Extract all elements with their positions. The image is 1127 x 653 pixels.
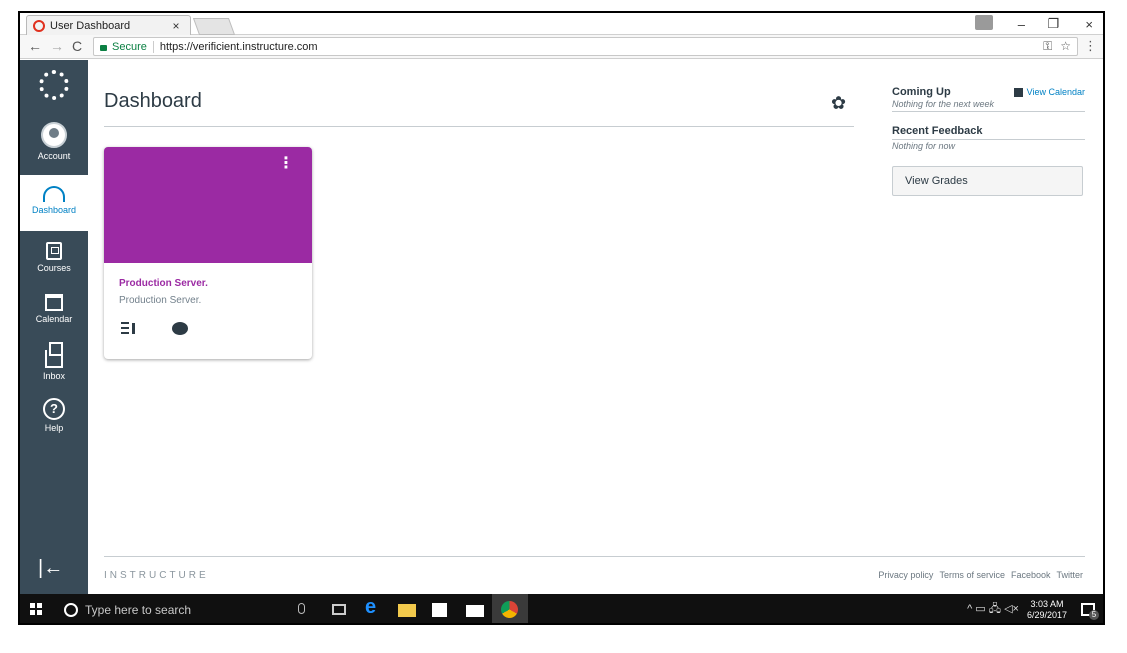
instructure-logo[interactable]: INSTRUCTURE [104,570,209,581]
tab-close-icon[interactable]: × [168,19,184,33]
courses-icon [46,242,62,260]
twitter-link[interactable]: Twitter [1056,570,1083,580]
terms-of-service-link[interactable]: Terms of service [939,570,1005,580]
course-card-subtitle: Production Server. [119,295,202,306]
view-calendar-label: View Calendar [1026,87,1085,97]
global-navigation: Account Dashboard Courses Calendar Inbox… [20,60,88,594]
dashboard-main: Dashboard ✿ ⋮ Production Server. Product… [104,60,856,594]
card-menu-icon[interactable]: ⋮ [278,156,294,172]
divider [892,111,1085,112]
tray-icons[interactable]: ^ ▭ 🖧 ◁× [967,600,1019,619]
course-card-title[interactable]: Production Server. [119,278,208,289]
facebook-link[interactable]: Facebook [1011,570,1051,580]
chrome-icon[interactable] [501,601,518,618]
screenshot-frame: User Dashboard × – ❐ × ← → C Secure http… [18,11,1105,625]
nav-label: Account [37,151,71,161]
clock-date: 6/29/2017 [1026,609,1067,620]
new-tab-button[interactable] [192,18,236,35]
nav-label: Help [44,423,64,433]
browser-titlebar: User Dashboard × – ❐ × [20,13,1103,35]
cortana-icon [64,602,78,617]
nav-label: Courses [37,263,71,273]
account-icon [41,122,67,148]
windows-taskbar: Type here to search e ^ ▭ 🖧 ◁× 3:03 AM 6… [20,594,1103,623]
calendar-icon [45,294,63,311]
announcements-icon[interactable] [121,322,135,334]
recent-feedback-header: Recent Feedback [892,125,1085,137]
back-button[interactable]: ← [28,38,42,54]
browser-menu-icon[interactable]: ⋮ [1084,38,1097,54]
restore-button[interactable]: ❐ [1047,13,1059,35]
lock-icon [100,44,107,51]
help-icon: ? [43,398,65,420]
notification-count: 5 [1089,610,1099,620]
nav-item-courses[interactable]: Courses [20,242,88,282]
nav-item-dashboard[interactable]: Dashboard [20,175,88,231]
clock-time: 3:03 AM [1030,598,1064,609]
secure-label: Secure [112,40,147,53]
page-title: Dashboard [104,90,202,112]
inbox-icon [45,342,63,368]
coming-up-empty: Nothing for the next week [892,99,995,109]
url-text[interactable]: https://verificient.instructure.com [160,41,318,53]
taskbar-search[interactable]: Type here to search [60,594,313,623]
course-card[interactable]: ⋮ Production Server. Production Server. [104,147,312,359]
view-grades-button[interactable]: View Grades [892,166,1083,196]
divider [892,139,1085,140]
canvas-favicon-icon [33,19,45,32]
collapse-nav-icon[interactable]: |← [38,557,63,580]
bookmark-star-icon[interactable]: ☆ [1060,39,1071,54]
action-center-icon[interactable]: 5 [1081,603,1099,620]
nav-item-inbox[interactable]: Inbox [20,342,88,390]
view-calendar-link[interactable]: View Calendar [1013,87,1085,97]
close-window-button[interactable]: × [1085,13,1093,35]
search-placeholder: Type here to search [85,602,192,617]
system-tray: ^ ▭ 🖧 ◁× 3:03 AM 6/29/2017 5 [967,594,1099,623]
recent-feedback-empty: Nothing for now [892,141,956,151]
task-view-icon[interactable] [332,604,346,615]
nav-item-account[interactable]: Account [20,122,88,168]
divider [104,556,1085,557]
windows-start-icon[interactable] [30,603,42,615]
forward-button[interactable]: → [50,38,64,54]
nav-item-help[interactable]: ? Help [20,398,88,442]
address-bar[interactable]: Secure https://verificient.instructure.c… [93,37,1078,56]
edge-browser-icon[interactable]: e [365,596,383,618]
microphone-icon[interactable] [298,603,305,614]
dashboard-icon [43,186,65,202]
nav-item-calendar[interactable]: Calendar [20,294,88,334]
course-card-hero[interactable]: ⋮ [104,147,312,263]
nav-label: Inbox [42,371,66,381]
mail-icon[interactable] [466,605,484,617]
discussions-icon[interactable] [172,322,188,335]
right-sidebar: Coming Up View Calendar Nothing for the … [892,86,1085,196]
minimize-button[interactable]: – [1018,13,1025,35]
file-explorer-icon[interactable] [398,604,416,617]
calendar-icon [1013,87,1023,97]
address-toolbar: ← → C Secure https://verificient.instruc… [20,35,1103,59]
browser-tab[interactable]: User Dashboard × [26,15,191,35]
canvas-app: Account Dashboard Courses Calendar Inbox… [20,60,1103,594]
clock[interactable]: 3:03 AM 6/29/2017 [1027,599,1067,621]
profile-icon[interactable] [975,15,993,30]
privacy-policy-link[interactable]: Privacy policy [878,570,933,580]
nav-label: Dashboard [31,205,77,215]
nav-label: Calendar [35,314,73,324]
footer-links: Privacy policy Terms of service Facebook… [878,570,1083,580]
recent-feedback-title: Recent Feedback [892,125,983,137]
dashboard-options-gear-icon[interactable]: ✿ [831,93,846,114]
tab-title: User Dashboard [50,19,131,32]
divider [152,40,154,53]
coming-up-header: Coming Up View Calendar [892,86,1085,98]
store-icon[interactable] [432,603,447,617]
canvas-logo-icon[interactable] [39,70,69,100]
key-icon[interactable]: ⚿ [1043,39,1052,54]
divider [104,126,854,127]
coming-up-title: Coming Up [892,86,951,98]
omnibox-actions: ⚿ ☆ [1043,39,1071,54]
recent-feedback-section: Recent Feedback Nothing for now [892,125,1085,151]
reload-button[interactable]: C [72,38,82,54]
